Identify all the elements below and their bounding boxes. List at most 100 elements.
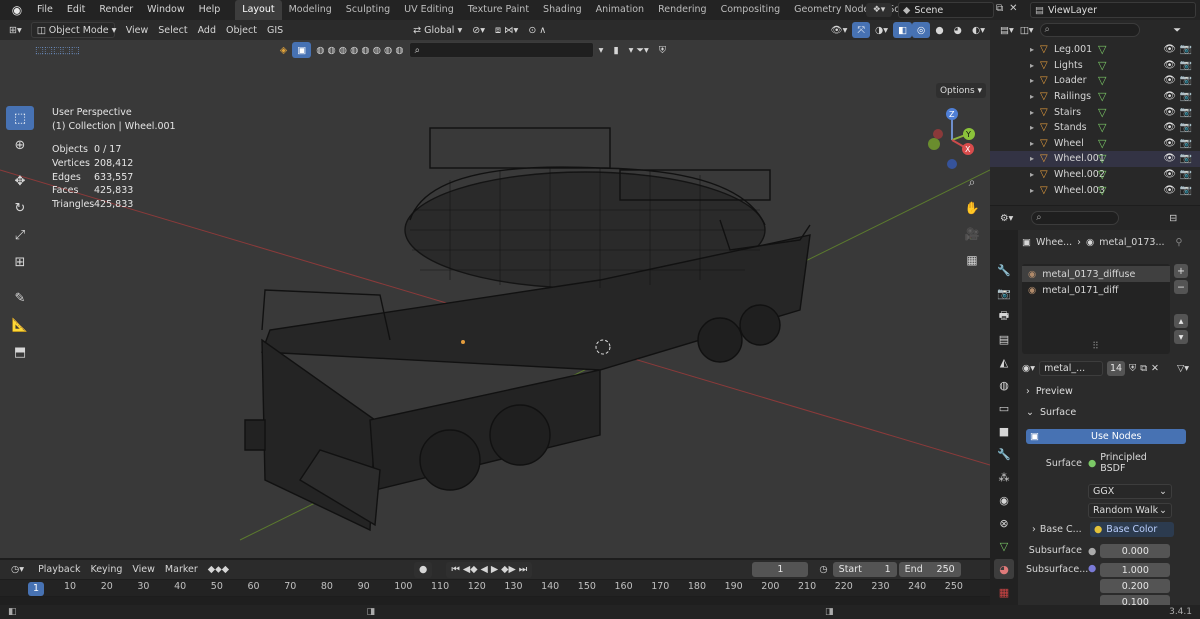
mesh-data-icon[interactable]: ▽ (1098, 137, 1106, 150)
eye-icon[interactable]: 👁 (1163, 60, 1176, 71)
surface-panel-header[interactable]: ⌄ Surface (1026, 407, 1076, 418)
constraints-tab-icon[interactable]: ⊗ (994, 513, 1014, 533)
fake-user-icon[interactable]: ⛨ (1129, 363, 1136, 374)
material-slot[interactable]: ◉ metal_0171_diff (1022, 282, 1170, 298)
view-layer-tab-icon[interactable]: ▤ (994, 329, 1014, 349)
viewport-menu-view[interactable]: View (121, 22, 154, 38)
expand-arrow-icon[interactable]: ▸ (1030, 108, 1040, 117)
outliner-row[interactable]: ▸ ▽ Stairs ▽ 👁 📷 (990, 104, 1200, 120)
select-box-tool[interactable]: ⬚ (6, 106, 34, 130)
selection-mode-icons[interactable]: ⬚⬚⬚⬚⬚ (30, 42, 85, 58)
base-color-field[interactable]: ● Base Color (1090, 522, 1174, 537)
viewport-menu-select[interactable]: Select (153, 22, 192, 38)
record-button[interactable]: ● (414, 561, 433, 578)
mesh-data-icon[interactable]: ▽ (1098, 106, 1106, 119)
filter-icons[interactable]: ▣ (292, 42, 312, 58)
camera-icon[interactable]: 📷 (1180, 44, 1192, 55)
mesh-data-icon[interactable]: ▽ (1098, 168, 1106, 181)
tool-tab-icon[interactable]: 🔧 (994, 260, 1014, 280)
shading-material-icon[interactable]: ◕ (949, 22, 967, 38)
properties-editor-icon[interactable]: ⚙▾ (1000, 213, 1013, 224)
bookmark-icon[interactable]: ▮ (608, 42, 623, 58)
scene-tab-icon[interactable]: ◭ (994, 352, 1014, 372)
expand-arrow-icon[interactable]: ▸ (1030, 170, 1040, 179)
gis-filter-icon[interactable]: ▾ ⏷▾ (624, 42, 654, 58)
copy-icon[interactable]: ⧉ (996, 3, 1003, 17)
eye-icon[interactable]: 👁 (1163, 185, 1176, 196)
tab-modeling[interactable]: Modeling (282, 0, 339, 20)
list-resize-handle-icon[interactable]: ⠿ (1092, 341, 1099, 352)
material-slot[interactable]: ◉ metal_0173_diffuse (1022, 266, 1170, 282)
mesh-data-icon[interactable]: ▽ (1098, 90, 1106, 103)
move-tool[interactable]: ✥ (6, 169, 34, 193)
transform-tool[interactable]: ⊞ (6, 250, 34, 274)
output-tab-icon[interactable]: 🖶 (994, 306, 1014, 326)
render-tab-icon[interactable]: 📷 (994, 283, 1014, 303)
expand-arrow-icon[interactable]: ▸ (1030, 154, 1040, 163)
gis-search-input[interactable]: ⌕ (408, 42, 594, 58)
camera-icon[interactable]: 🎥 (962, 224, 982, 244)
snap-icon[interactable]: ⧈ ⋈▾ (490, 22, 523, 38)
current-frame-field[interactable]: 1 (752, 562, 809, 577)
radius-field[interactable]: 0.200 (1100, 579, 1171, 593)
properties-options-icon[interactable]: ⊟ (1169, 213, 1177, 224)
material-browse-icon[interactable]: ◉▾ (1022, 363, 1035, 374)
menu-file[interactable]: File (30, 0, 60, 20)
display-mode-icon[interactable]: ◫▾ (1020, 25, 1034, 36)
collection-tab-icon[interactable]: ▭ (994, 398, 1014, 418)
outliner-row[interactable]: ▸ ▽ Loader ▽ 👁 📷 (990, 73, 1200, 89)
shading-rendered-icon[interactable]: ◐▾ (967, 22, 990, 38)
timeline-menu-keying[interactable]: Keying (85, 562, 127, 578)
subsurface-field[interactable]: 0.000 (1100, 544, 1171, 558)
duplicate-icon[interactable]: ⧉ (1140, 363, 1147, 374)
eye-icon[interactable]: 👁 (1163, 169, 1176, 180)
cursor-tool[interactable]: ⊕ (6, 133, 34, 157)
radius-field[interactable]: 1.000 (1100, 563, 1171, 577)
close-icon[interactable]: ✕ (1009, 3, 1017, 17)
mesh-data-icon[interactable]: ▽ (1098, 59, 1106, 72)
outliner-row[interactable]: ▸ ▽ Stands ▽ 👁 📷 (990, 120, 1200, 136)
pin-icon[interactable]: ⚲ (1176, 237, 1183, 248)
color-picker-icon[interactable]: ◈ (275, 42, 292, 58)
end-frame-field[interactable]: End 250 (898, 562, 961, 577)
eye-icon[interactable]: 👁 (1163, 107, 1176, 118)
expand-arrow-icon[interactable]: ▸ (1030, 45, 1040, 54)
timeline-menu-marker[interactable]: Marker (160, 562, 203, 578)
eye-icon[interactable]: 👁 (1163, 91, 1176, 102)
users-count[interactable]: 14 (1107, 360, 1126, 376)
menu-window[interactable]: Window (140, 0, 191, 20)
move-down-button[interactable]: ▾ (1174, 330, 1188, 344)
tab-sculpting[interactable]: Sculpting (339, 0, 397, 20)
xray-toggle-icon[interactable]: ◧ (893, 22, 913, 38)
ortho-grid-icon[interactable]: ▦ (962, 250, 982, 270)
camera-icon[interactable]: 📷 (1180, 60, 1192, 71)
unlink-icon[interactable]: ✕ (1151, 363, 1159, 374)
camera-icon[interactable]: 📷 (1180, 107, 1192, 118)
modifier-tab-icon[interactable]: 🔧 (994, 444, 1014, 464)
mode-dropdown[interactable]: ◫ Object Mode ▾ (30, 22, 116, 38)
camera-icon[interactable]: 📷 (1180, 75, 1192, 86)
mesh-data-icon[interactable]: ▽ (1098, 184, 1106, 197)
preview-panel-header[interactable]: › Preview (1026, 386, 1073, 397)
outliner-row[interactable]: ▸ ▽ Railings ▽ 👁 📷 (990, 89, 1200, 105)
shading-solid-icon[interactable]: ● (930, 22, 948, 38)
timeline-menu-playback[interactable]: Playback (33, 562, 85, 578)
outliner-row[interactable]: ▸ ▽ Wheel.003 ▽ 👁 📷 (990, 182, 1200, 198)
remove-slot-button[interactable]: − (1174, 280, 1188, 294)
distribution-dropdown[interactable]: GGX ⌄ (1088, 484, 1172, 499)
gis-dropdown[interactable]: ▾ (594, 42, 609, 58)
timeline-editor-icon[interactable]: ◷▾ (6, 562, 29, 578)
measure-tool[interactable]: 📐 (6, 313, 34, 337)
particles-tab-icon[interactable]: ⁂ (994, 467, 1014, 487)
properties-search-input[interactable]: ⌕ (1031, 211, 1120, 225)
scene-browse-icon[interactable]: ❖▾ (866, 3, 892, 17)
mesh-data-icon[interactable]: ▽ (1098, 43, 1106, 56)
zoom-icon[interactable]: ⌕ (962, 172, 982, 192)
viewport-menu-object[interactable]: Object (221, 22, 262, 38)
timeline-ruler[interactable]: 1 10 20 30 40 50 60 70 80 90 100 110 120 130 140 150 160… (0, 580, 990, 596)
visibility-icon[interactable]: 👁▾ (826, 22, 853, 38)
view-layer-selector[interactable]: ▤ ViewLayer (1030, 2, 1196, 18)
expand-arrow-icon[interactable]: ▸ (1030, 92, 1040, 101)
viewport-menu-add[interactable]: Add (193, 22, 221, 38)
subsurface-method-dropdown[interactable]: Random Walk ⌄ (1088, 503, 1172, 518)
